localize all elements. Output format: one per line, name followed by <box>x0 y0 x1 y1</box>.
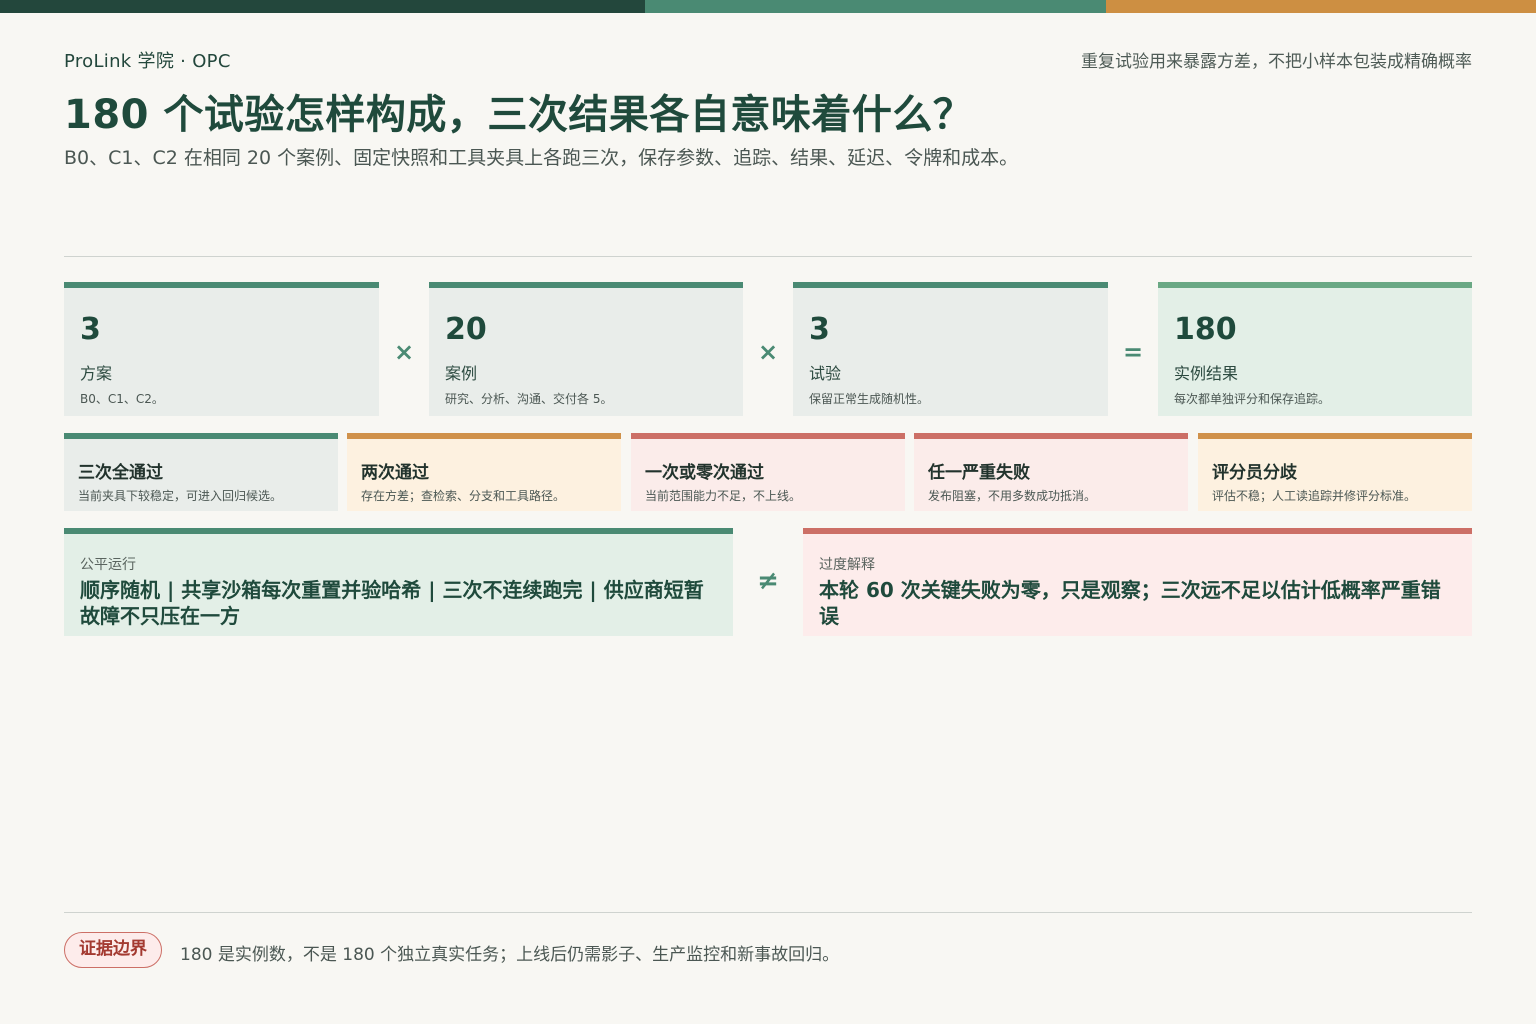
outcome-title: 一次或零次通过 <box>645 463 764 483</box>
over-interpretation-text: 本轮 60 次关键失败为零，只是观察；三次远不足以估计低概率严重错误 <box>819 578 1441 628</box>
outcome-desc: 发布阻塞，不用多数成功抵消。 <box>928 489 1097 503</box>
outcome-title: 任一严重失败 <box>928 463 1030 483</box>
equation-row: 3 方案 B0、C1、C2。 × 20 案例 研究、分析、沟通、交付各 5。 ×… <box>64 282 1472 416</box>
term-desc: 保留正常生成随机性。 <box>809 392 930 406</box>
outcome-desc: 当前范围能力不足，不上线。 <box>645 489 802 503</box>
term-card-cases: 20 案例 研究、分析、沟通、交付各 5。 <box>429 282 743 416</box>
evidence-boundary-note: 180 是实例数，不是 180 个独立真实任务；上线后仍需影子、生产监控和新事故… <box>180 945 840 965</box>
outcome-card-grader-disagreement: 评分员分歧 评估不稳；人工读追踪并修评分标准。 <box>1198 433 1472 511</box>
bottom-divider <box>64 912 1472 913</box>
result-desc: 每次都单独评分和保存追踪。 <box>1174 392 1331 406</box>
outcome-card-two-pass: 两次通过 存在方差；查检索、分支和工具路径。 <box>347 433 621 511</box>
equals-operator: = <box>1122 338 1144 366</box>
term-label: 案例 <box>445 364 478 383</box>
term-desc: B0、C1、C2。 <box>80 392 164 406</box>
accent-segment-green <box>645 0 1106 13</box>
top-divider <box>64 256 1472 257</box>
page-subtitle: B0、C1、C2 在相同 20 个案例、固定快照和工具夹具上各跑三次，保存参数、… <box>64 147 1019 169</box>
result-value: 180 <box>1174 312 1237 347</box>
outcome-title: 三次全通过 <box>78 463 163 483</box>
outcome-desc: 当前夹具下较稳定，可进入回归候选。 <box>78 489 283 503</box>
outcome-row: 三次全通过 当前夹具下较稳定，可进入回归候选。 两次通过 存在方差；查检索、分支… <box>64 433 1472 511</box>
accent-segment-orange <box>1106 0 1536 13</box>
brand-label: ProLink 学院 · OPC <box>64 51 231 72</box>
outcome-card-severe-failure: 任一严重失败 发布阻塞，不用多数成功抵消。 <box>914 433 1188 511</box>
outcome-desc: 评估不稳；人工读追踪并修评分标准。 <box>1212 489 1417 503</box>
outcome-card-one-or-zero-pass: 一次或零次通过 当前范围能力不足，不上线。 <box>631 433 905 511</box>
term-desc: 研究、分析、沟通、交付各 5。 <box>445 392 613 406</box>
page-title: 180 个试验怎样构成，三次结果各自意味着什么？ <box>64 92 974 138</box>
over-interpretation-card: 过度解释 本轮 60 次关键失败为零，只是观察；三次远不足以估计低概率严重错误 <box>803 528 1472 636</box>
outcome-desc: 存在方差；查检索、分支和工具路径。 <box>361 489 566 503</box>
multiply-operator: × <box>757 338 779 366</box>
term-label: 试验 <box>809 364 842 383</box>
result-label: 实例结果 <box>1174 364 1239 383</box>
term-card-trials: 3 试验 保留正常生成随机性。 <box>793 282 1108 416</box>
evidence-boundary-badge: 证据边界 <box>64 932 162 968</box>
outcome-title: 评分员分歧 <box>1212 463 1297 483</box>
not-equal-operator: ≠ <box>757 566 779 596</box>
fair-run-text: 顺序随机 | 共享沙箱每次重置并验哈希 | 三次不连续跑完 | 供应商短暂故障不… <box>80 578 704 628</box>
term-value: 3 <box>809 312 830 347</box>
top-accent-bar <box>0 0 1536 13</box>
multiply-operator: × <box>393 338 415 366</box>
term-value: 20 <box>445 312 487 347</box>
result-card: 180 实例结果 每次都单独评分和保存追踪。 <box>1158 282 1472 416</box>
term-card-variants: 3 方案 B0、C1、C2。 <box>64 282 379 416</box>
tagline: 重复试验用来暴露方差，不把小样本包装成精确概率 <box>1081 52 1472 72</box>
term-value: 3 <box>80 312 101 347</box>
fair-run-label: 公平运行 <box>80 557 136 573</box>
accent-segment-dark <box>0 0 645 13</box>
over-interpretation-label: 过度解释 <box>819 557 875 573</box>
term-label: 方案 <box>80 364 113 383</box>
fair-run-card: 公平运行 顺序随机 | 共享沙箱每次重置并验哈希 | 三次不连续跑完 | 供应商… <box>64 528 733 636</box>
outcome-title: 两次通过 <box>361 463 429 483</box>
outcome-card-all-pass: 三次全通过 当前夹具下较稳定，可进入回归候选。 <box>64 433 338 511</box>
